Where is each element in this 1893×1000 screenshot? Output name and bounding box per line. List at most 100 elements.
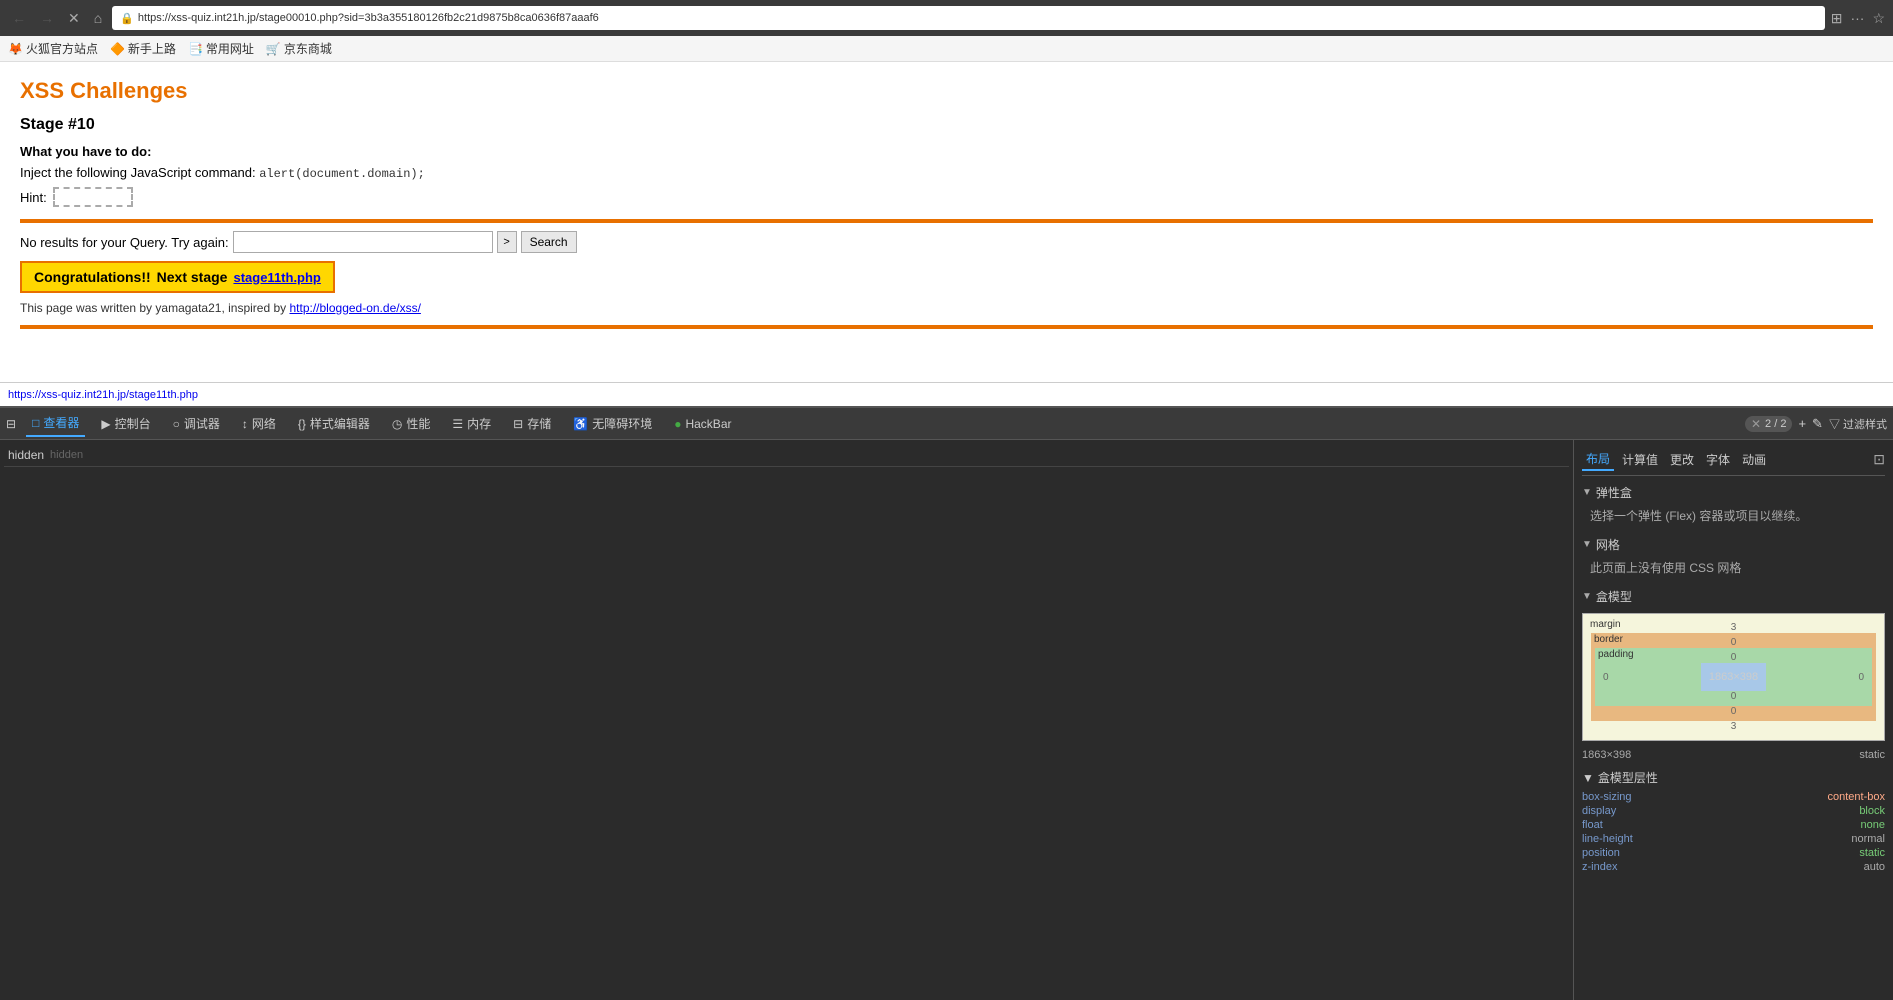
devtools-undock-icon[interactable]: ⊡ bbox=[1873, 451, 1885, 468]
reload-button[interactable]: ✕ bbox=[64, 8, 84, 29]
storage-icon: ⊟ bbox=[513, 417, 523, 431]
status-url: https://xss-quiz.int21h.jp/stage11th.php bbox=[8, 389, 198, 401]
hint-line: Hint: bbox=[20, 187, 1873, 207]
bm-border-layer: border 0 padding 0 0 1863×398 bbox=[1591, 633, 1876, 721]
bm-border-label: border bbox=[1594, 634, 1623, 645]
page-content: XSS Challenges Stage #10 What you have t… bbox=[0, 62, 1893, 382]
bm-border-top: 0 bbox=[1595, 637, 1872, 648]
bookmark-firefox[interactable]: 🦊 火狐官方站点 bbox=[8, 40, 98, 57]
more-icon[interactable]: ··· bbox=[1850, 10, 1864, 27]
back-button[interactable]: ← bbox=[8, 8, 30, 28]
box-model-props-section: ▼ 盒模型层性 box-sizing content-box display b… bbox=[1582, 769, 1885, 874]
bm-content-box: 1863×398 bbox=[1701, 663, 1766, 691]
footer-credit: This page was written by yamagata21, ins… bbox=[20, 301, 1873, 315]
bookmark-jd[interactable]: 🛒 京东商城 bbox=[266, 40, 332, 57]
devtools-left-placeholder: hidden bbox=[50, 449, 83, 461]
bm-padding-right: 0 bbox=[1854, 672, 1868, 683]
forward-button[interactable]: → bbox=[36, 8, 58, 28]
flex-section-content: 选择一个弹性 (Flex) 容器或项目以继续。 bbox=[1582, 505, 1885, 526]
right-tab-computed[interactable]: 计算值 bbox=[1618, 449, 1662, 470]
bm-content-size: 1863×398 bbox=[1709, 671, 1758, 683]
devtools-left-toolbar: hidden hidden bbox=[4, 444, 1569, 467]
right-tab-changes[interactable]: 更改 bbox=[1666, 449, 1698, 470]
devtools-right-tabs: 布局 计算值 更改 字体 动画 ⊡ bbox=[1582, 448, 1885, 476]
address-bar[interactable]: 🔒 https://xss-quiz.int21h.jp/stage00010.… bbox=[112, 6, 1825, 30]
bookmark-newuser[interactable]: 🔶 新手上路 bbox=[110, 40, 176, 57]
prop-row-z-index: z-index auto bbox=[1582, 860, 1885, 874]
devtools-tab-storage[interactable]: ⊟ 存储 bbox=[507, 411, 557, 436]
filter-styles-btn[interactable]: ▽ 过滤样式 bbox=[1829, 416, 1887, 432]
edit-icon[interactable]: ✎ bbox=[1812, 416, 1823, 432]
bm-margin-layer: margin 3 border 0 padding 0 0 bbox=[1587, 618, 1880, 736]
devtools-tab-inspector[interactable]: □ 查看器 bbox=[26, 410, 85, 437]
devtools-tab-network[interactable]: ↕ 网络 bbox=[236, 411, 282, 436]
search-row: No results for your Query. Try again: > … bbox=[20, 231, 1873, 253]
devtools-close-icon[interactable]: ⊟ bbox=[6, 417, 16, 431]
filter-close-icon[interactable]: ✕ bbox=[1751, 417, 1761, 431]
box-model-size-row: 1863×398 static bbox=[1582, 749, 1885, 761]
prop-row-float: float none bbox=[1582, 818, 1885, 832]
home-button[interactable]: ⌂ bbox=[90, 8, 106, 28]
devtools-right-panel: 布局 计算值 更改 字体 动画 ⊡ ▼ 弹性盒 选择一个弹性 (Flex) 容器… bbox=[1573, 440, 1893, 1000]
task-label: What you have to do: bbox=[20, 144, 1873, 159]
stage-heading: Stage #10 bbox=[20, 116, 1873, 134]
hackbar-dot-icon: ● bbox=[674, 417, 681, 431]
url-text: https://xss-quiz.int21h.jp/stage00010.ph… bbox=[138, 12, 599, 24]
next-stage-link[interactable]: stage11th.php bbox=[233, 270, 320, 285]
bm-margin-label: margin bbox=[1590, 619, 1621, 630]
no-results-text: No results for your Query. Try again: bbox=[20, 235, 229, 250]
grid-section-header[interactable]: ▼ 网格 bbox=[1582, 536, 1885, 553]
right-tab-fonts[interactable]: 字体 bbox=[1702, 449, 1734, 470]
add-rule-icon[interactable]: + bbox=[1798, 416, 1806, 431]
prop-row-display: display block bbox=[1582, 804, 1885, 818]
devtools-panel: ⊟ □ 查看器 ▶ 控制台 ○ 调试器 ↕ 网络 {} 样式编辑器 ◷ 性能 ☰… bbox=[0, 406, 1893, 1000]
devtools-left-panel: hidden hidden bbox=[0, 440, 1573, 1000]
bm-padding-layer: padding 0 0 1863×398 0 0 bbox=[1595, 648, 1872, 706]
accessibility-icon: ♿ bbox=[573, 417, 588, 431]
flex-section-header[interactable]: ▼ 弹性盒 bbox=[1582, 484, 1885, 501]
js-command: alert(document.domain); bbox=[259, 167, 425, 181]
bookmark-common[interactable]: 📑 常用网址 bbox=[188, 40, 254, 57]
devtools-tab-hackbar[interactable]: ● HackBar bbox=[668, 413, 737, 435]
console-icon: ▶ bbox=[101, 417, 110, 431]
devtools-tab-memory[interactable]: ☰ 内存 bbox=[446, 411, 497, 436]
security-icon: 🔒 bbox=[120, 12, 134, 25]
bookmarks-bar: 🦊 火狐官方站点 🔶 新手上路 📑 常用网址 🛒 京东商城 bbox=[0, 36, 1893, 62]
status-bar: https://xss-quiz.int21h.jp/stage11th.php bbox=[0, 382, 1893, 406]
box-model-section-header[interactable]: ▼ 盒模型 bbox=[1582, 588, 1885, 605]
style-editor-icon: {} bbox=[298, 417, 306, 431]
prop-row-line-height: line-height normal bbox=[1582, 832, 1885, 846]
devtools-tab-debugger[interactable]: ○ 调试器 bbox=[167, 411, 226, 436]
devtools-toolbar-right: ✕ 2 / 2 + ✎ ▽ 过滤样式 bbox=[1745, 416, 1887, 432]
search-button[interactable]: Search bbox=[521, 231, 577, 253]
search-arrow-button[interactable]: > bbox=[497, 231, 517, 253]
box-model-props-list: box-sizing content-box display block flo… bbox=[1582, 790, 1885, 874]
box-model-position: static bbox=[1859, 749, 1885, 761]
devtools-tab-style-editor[interactable]: {} 样式编辑器 bbox=[292, 411, 376, 436]
box-model-props-header[interactable]: ▼ 盒模型层性 bbox=[1582, 769, 1885, 786]
filter-count-badge: ✕ 2 / 2 bbox=[1745, 416, 1792, 432]
browser-toolbar-right: ⊞ ··· ☆ bbox=[1831, 10, 1885, 27]
top-orange-bar bbox=[20, 219, 1873, 223]
state-label: hidden bbox=[8, 448, 44, 462]
devtools-main: hidden hidden 布局 计算值 更改 字体 动画 ⊡ ▼ 弹性盒 bbox=[0, 440, 1893, 1000]
bm-padding-left: 0 bbox=[1599, 672, 1613, 683]
devtools-tab-accessibility[interactable]: ♿ 无障碍环境 bbox=[567, 411, 658, 436]
devtools-tab-console[interactable]: ▶ 控制台 bbox=[95, 411, 156, 436]
bookmark-star-icon[interactable]: ☆ bbox=[1872, 10, 1885, 27]
right-tab-layout[interactable]: 布局 bbox=[1582, 448, 1614, 471]
search-input[interactable] bbox=[233, 231, 493, 253]
bm-border-bottom: 0 bbox=[1595, 706, 1872, 717]
box-model-diagram: margin 3 border 0 padding 0 0 bbox=[1582, 613, 1885, 741]
performance-icon: ◷ bbox=[392, 417, 402, 431]
bm-padding-bottom: 0 bbox=[1599, 691, 1868, 702]
footer-link[interactable]: http://blogged-on.de/xss/ bbox=[289, 301, 420, 315]
box-model-section: ▼ 盒模型 margin 3 border 0 padding 0 bbox=[1582, 588, 1885, 874]
props-arrow-icon: ▼ bbox=[1582, 771, 1594, 785]
right-tab-animations[interactable]: 动画 bbox=[1738, 449, 1770, 470]
devtools-tab-performance[interactable]: ◷ 性能 bbox=[386, 411, 437, 436]
prop-row-position: position static bbox=[1582, 846, 1885, 860]
bm-content-row: 0 1863×398 0 bbox=[1599, 663, 1868, 691]
bm-margin-bottom: 3 bbox=[1591, 721, 1876, 732]
grid-icon[interactable]: ⊞ bbox=[1831, 10, 1843, 27]
